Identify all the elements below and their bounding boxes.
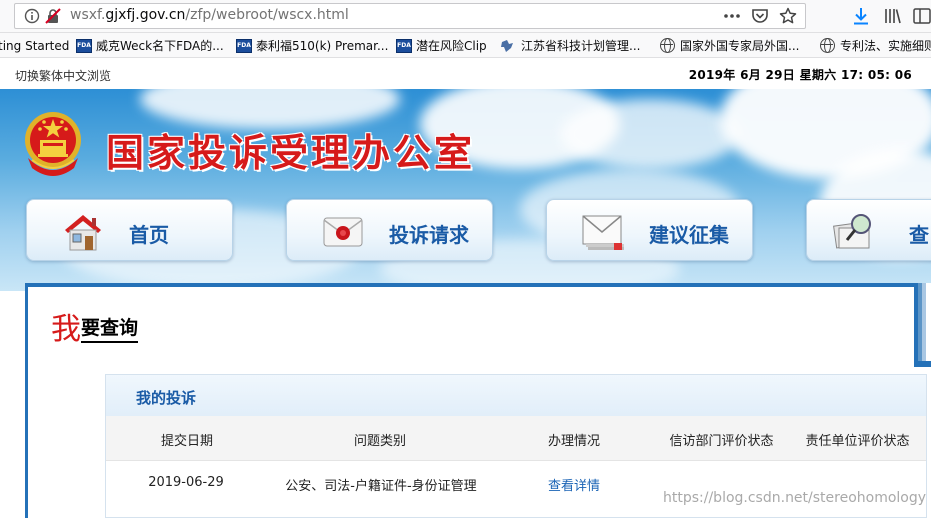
bookmark-star-icon[interactable] [779,7,797,25]
bookmark-jiangsu-science-plan[interactable]: 江苏省科技计划管理... [499,37,640,54]
nav-query-label: 查 [909,223,929,247]
nav-suggestion-collection-label: 建议征集 [649,223,729,247]
site-banner: 国家投诉受理办公室 首页 投诉请求 建议征集 查 [0,89,931,291]
site-title: 国家投诉受理办公室 [106,131,476,175]
watermark-text: https://blog.csdn.net/stereohomology [663,490,927,506]
page-actions-icon[interactable] [723,7,741,25]
traditional-chinese-link[interactable]: 切换繁体中文浏览 [15,67,111,84]
bookmark-weck-fda[interactable]: FDA 威克Weck名下FDA的... [76,37,224,54]
view-details-link[interactable]: 查看详情 [544,475,604,494]
national-emblem-icon [25,112,81,176]
bookmark-teleflex-510k[interactable]: FDA 泰利福510(k) Premar... [236,37,388,54]
envelope-seal-icon [323,217,363,247]
my-complaints-title: 我的投诉 [136,389,197,407]
sidebar-icon[interactable] [913,7,931,25]
bookmarks-toolbar: ting Started FDA 威克Weck名下FDA的... FDA 泰利福51… [0,33,931,58]
fda-icon: FDA [236,38,252,53]
column-header: 责任单位评价状态 [805,434,910,449]
download-icon[interactable] [852,7,870,25]
bookmark-foreign-experts-bureau[interactable]: 国家外国专家局外国... [660,37,799,54]
site-top-bar: 切换繁体中文浏览 2019年 6月 29日 星期六 17: 05: 06 [0,59,931,89]
pocket-icon[interactable] [751,7,769,25]
current-datetime: 2019年 6月 29日 星期六 17: 05: 06 [688,68,912,82]
insecure-lock-icon[interactable] [45,8,61,24]
fda-icon: FDA [396,38,412,53]
nav-home[interactable]: 首页 [26,199,233,261]
globe-icon [820,38,835,53]
fda-icon: FDA [76,38,92,53]
nav-complaint-request-label: 投诉请求 [389,223,469,247]
page-title: 我要查询 [51,312,139,347]
globe-icon [660,38,675,53]
bookmark-potential-risk-clip[interactable]: FDA 潜在风险Clip [396,37,487,54]
nav-suggestion-collection[interactable]: 建议征集 [546,199,753,261]
column-header: 提交日期 [160,434,213,449]
nav-complaint-request[interactable]: 投诉请求 [286,199,493,261]
row-date: 2019-06-29 [148,475,224,490]
url-text[interactable]: wsxf.gjxfj.gov.cn/zfp/webroot/wscx.html [70,7,349,23]
info-icon[interactable] [24,8,40,24]
bookmark-patent-law[interactable]: 专利法、实施细则 [820,37,931,54]
library-icon[interactable] [884,7,902,25]
bookmark-getting-started[interactable]: ting Started [0,37,69,54]
mail-stack-icon [582,215,624,250]
column-header: 信访部门评价状态 [669,434,774,449]
puzzle-icon [501,39,513,52]
url-bar[interactable]: wsxf.gjxfj.gov.cn/zfp/webroot/wscx.html [14,3,806,29]
search-docs-icon [833,214,871,249]
column-header: 办理情况 [547,434,600,449]
column-header: 问题类别 [353,434,406,449]
house-icon [65,215,101,251]
row-category: 公安、司法-户籍证件-身份证管理 [285,479,477,494]
browser-toolbar: wsxf.gjxfj.gov.cn/zfp/webroot/wscx.html [0,0,931,33]
nav-query[interactable]: 查 [806,199,931,261]
nav-home-label: 首页 [129,223,169,247]
table-header: 提交日期 问题类别 办理情况 信访部门评价状态 责任单位评价状态 [106,416,926,460]
